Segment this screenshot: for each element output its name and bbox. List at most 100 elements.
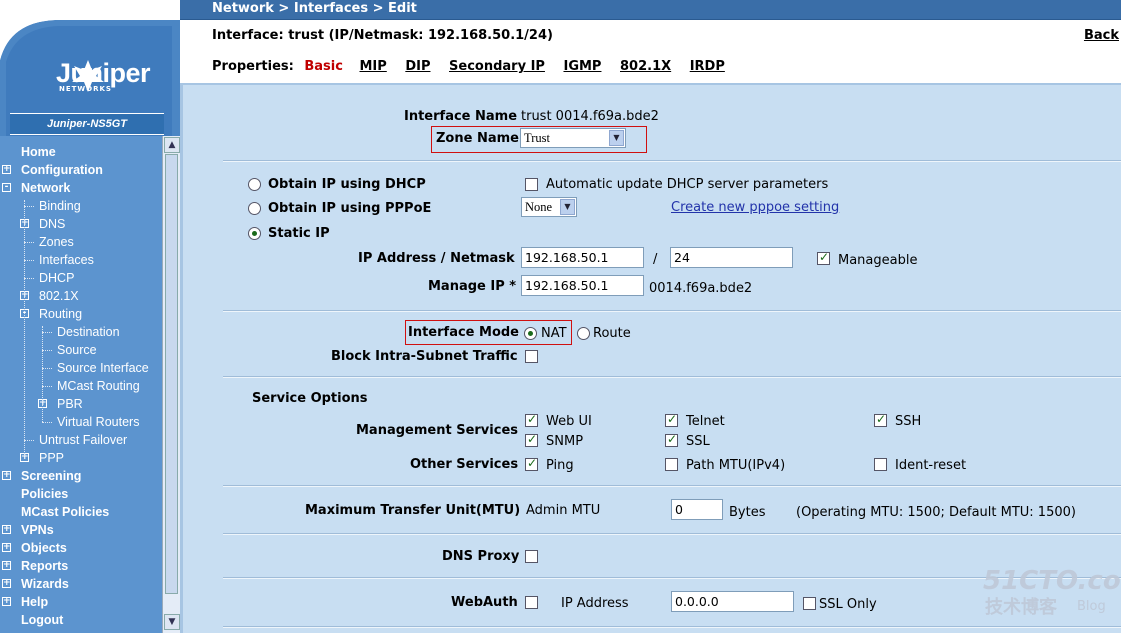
expand-icon[interactable]: + — [2, 579, 11, 588]
watermark-logo: 51CTO.com — [983, 566, 1121, 596]
sidebar-item-home[interactable]: Home — [21, 143, 56, 161]
expand-icon[interactable]: + — [2, 597, 11, 606]
tab-igmp[interactable]: IGMP — [563, 59, 601, 74]
scroll-thumb[interactable] — [165, 154, 178, 594]
ping-label: Ping — [546, 458, 574, 473]
sidebar-item-routing[interactable]: Routing — [39, 305, 82, 323]
snmp-checkbox[interactable] — [525, 432, 538, 447]
sidebar-item-reports[interactable]: Reports — [21, 557, 68, 575]
radio-obtain-pppoe[interactable] — [248, 202, 261, 215]
mode-nat-label: NAT — [541, 326, 567, 341]
sidebar-item-screening[interactable]: Screening — [21, 467, 81, 485]
tree-connector — [42, 368, 52, 369]
ssh-label: SSH — [895, 414, 922, 429]
ssl-checkbox[interactable] — [665, 432, 678, 447]
sidebar-item-destination[interactable]: Destination — [57, 323, 120, 341]
netmask-input[interactable]: 24 — [670, 247, 793, 268]
netmask-slash: / — [653, 252, 658, 267]
breadcrumb: Network > Interfaces > Edit — [212, 1, 417, 16]
sidebar-item-untrust-failover[interactable]: Untrust Failover — [39, 431, 127, 449]
snmp-label: SNMP — [546, 434, 584, 449]
radio-static-ip[interactable] — [248, 227, 261, 240]
ssl-only-checkbox[interactable] — [803, 597, 816, 610]
radio-mode-nat[interactable] — [524, 327, 537, 340]
ssl-only-label: SSL Only — [819, 597, 877, 612]
sidebar-item-mcast-policies[interactable]: MCast Policies — [21, 503, 109, 521]
scroll-down-icon[interactable]: ▼ — [164, 614, 180, 630]
webui-checkbox[interactable] — [525, 412, 538, 427]
expand-icon[interactable]: + — [2, 543, 11, 552]
webauth-ip-input[interactable]: 0.0.0.0 — [671, 591, 794, 612]
auto-update-dhcp-checkbox[interactable] — [525, 178, 538, 191]
ip-netmask-label: IP Address / Netmask — [358, 251, 515, 266]
manage-ip-label: Manage IP * — [428, 279, 517, 294]
properties-tabs: Properties: Basic MIP DIP Secondary IP I… — [212, 59, 739, 74]
ident-reset-checkbox[interactable] — [874, 458, 887, 471]
sidebar-item-ppp[interactable]: PPP — [39, 449, 64, 467]
sidebar-item-802-1x[interactable]: 802.1X — [39, 287, 79, 305]
sidebar-item-logout[interactable]: Logout — [21, 611, 63, 629]
sidebar-item-zones[interactable]: Zones — [39, 233, 74, 251]
logo-subtext: NETWORKS — [59, 85, 112, 93]
create-pppoe-link[interactable]: Create new pppoe setting — [671, 200, 839, 216]
radio-mode-route[interactable] — [577, 327, 590, 340]
sidebar-item-wizards[interactable]: Wizards — [21, 575, 69, 593]
radio-obtain-dhcp[interactable] — [248, 178, 261, 191]
dns-proxy-checkbox[interactable] — [525, 550, 538, 563]
expand-icon[interactable]: + — [2, 165, 11, 174]
sidebar-item-help[interactable]: Help — [21, 593, 48, 611]
sidebar-item-source[interactable]: Source — [57, 341, 97, 359]
tab-8021x[interactable]: 802.1X — [620, 59, 671, 74]
sidebar-item-policies[interactable]: Policies — [21, 485, 68, 503]
nav-scrollbar[interactable]: ▲ ▼ — [162, 136, 180, 633]
path-mtu-label: Path MTU(IPv4) — [686, 458, 786, 473]
divider — [223, 376, 1121, 378]
mtu-input[interactable]: 0 — [671, 499, 723, 520]
expand-icon[interactable]: + — [2, 561, 11, 570]
telnet-checkbox[interactable] — [665, 412, 678, 427]
sidebar-item-dhcp[interactable]: DHCP — [39, 269, 74, 287]
management-services-label: Management Services — [356, 423, 518, 438]
tab-mip[interactable]: MIP — [359, 59, 386, 74]
ip-address-input[interactable]: 192.168.50.1 — [521, 247, 644, 268]
tree-connector — [42, 422, 52, 423]
manageable-checkbox[interactable] — [817, 250, 830, 265]
zone-name-select[interactable]: Trust ▼ — [520, 128, 626, 148]
sidebar-item-interfaces[interactable]: Interfaces — [39, 251, 94, 269]
sidebar-item-objects[interactable]: Objects — [21, 539, 67, 557]
tree-connector — [42, 332, 52, 333]
watermark-blog: Blog — [1077, 599, 1106, 614]
sidebar-item-pbr[interactable]: PBR — [57, 395, 83, 413]
back-link[interactable]: Back — [1084, 28, 1119, 43]
webauth-checkbox[interactable] — [525, 596, 538, 609]
obtain-dhcp-label: Obtain IP using DHCP — [268, 177, 426, 192]
collapse-icon[interactable]: - — [2, 183, 11, 192]
sidebar-item-vpns[interactable]: VPNs — [21, 521, 54, 539]
tab-basic[interactable]: Basic — [304, 59, 343, 74]
manage-ip-input[interactable]: 192.168.50.1 — [521, 275, 644, 296]
ssh-checkbox[interactable] — [874, 412, 887, 427]
path-mtu-checkbox[interactable] — [665, 458, 678, 471]
expand-icon[interactable]: + — [2, 525, 11, 534]
sidebar-item-source-interface[interactable]: Source Interface — [57, 359, 149, 377]
webauth-ip-label: IP Address — [561, 596, 629, 611]
chevron-down-icon: ▼ — [560, 199, 575, 215]
sidebar-item-network[interactable]: Network — [21, 179, 70, 197]
sidebar-item-mcast-routing[interactable]: MCast Routing — [57, 377, 140, 395]
tab-secondary-ip[interactable]: Secondary IP — [449, 59, 545, 74]
tab-dip[interactable]: DIP — [405, 59, 430, 74]
sidebar-item-configuration[interactable]: Configuration — [21, 161, 103, 179]
sidebar-item-binding[interactable]: Binding — [39, 197, 81, 215]
scroll-up-icon[interactable]: ▲ — [164, 137, 180, 153]
sidebar-item-virtual-routers[interactable]: Virtual Routers — [57, 413, 139, 431]
block-intra-checkbox[interactable] — [525, 350, 538, 363]
expand-icon[interactable]: + — [2, 471, 11, 480]
chevron-down-icon: ▼ — [609, 130, 624, 146]
divider — [223, 485, 1121, 487]
tree-connector — [24, 200, 25, 458]
ping-checkbox[interactable] — [525, 456, 538, 471]
tab-irdp[interactable]: IRDP — [690, 59, 725, 74]
sidebar-item-dns[interactable]: DNS — [39, 215, 65, 233]
pppoe-select[interactable]: None ▼ — [521, 197, 577, 217]
manageable-label: Manageable — [838, 253, 918, 268]
